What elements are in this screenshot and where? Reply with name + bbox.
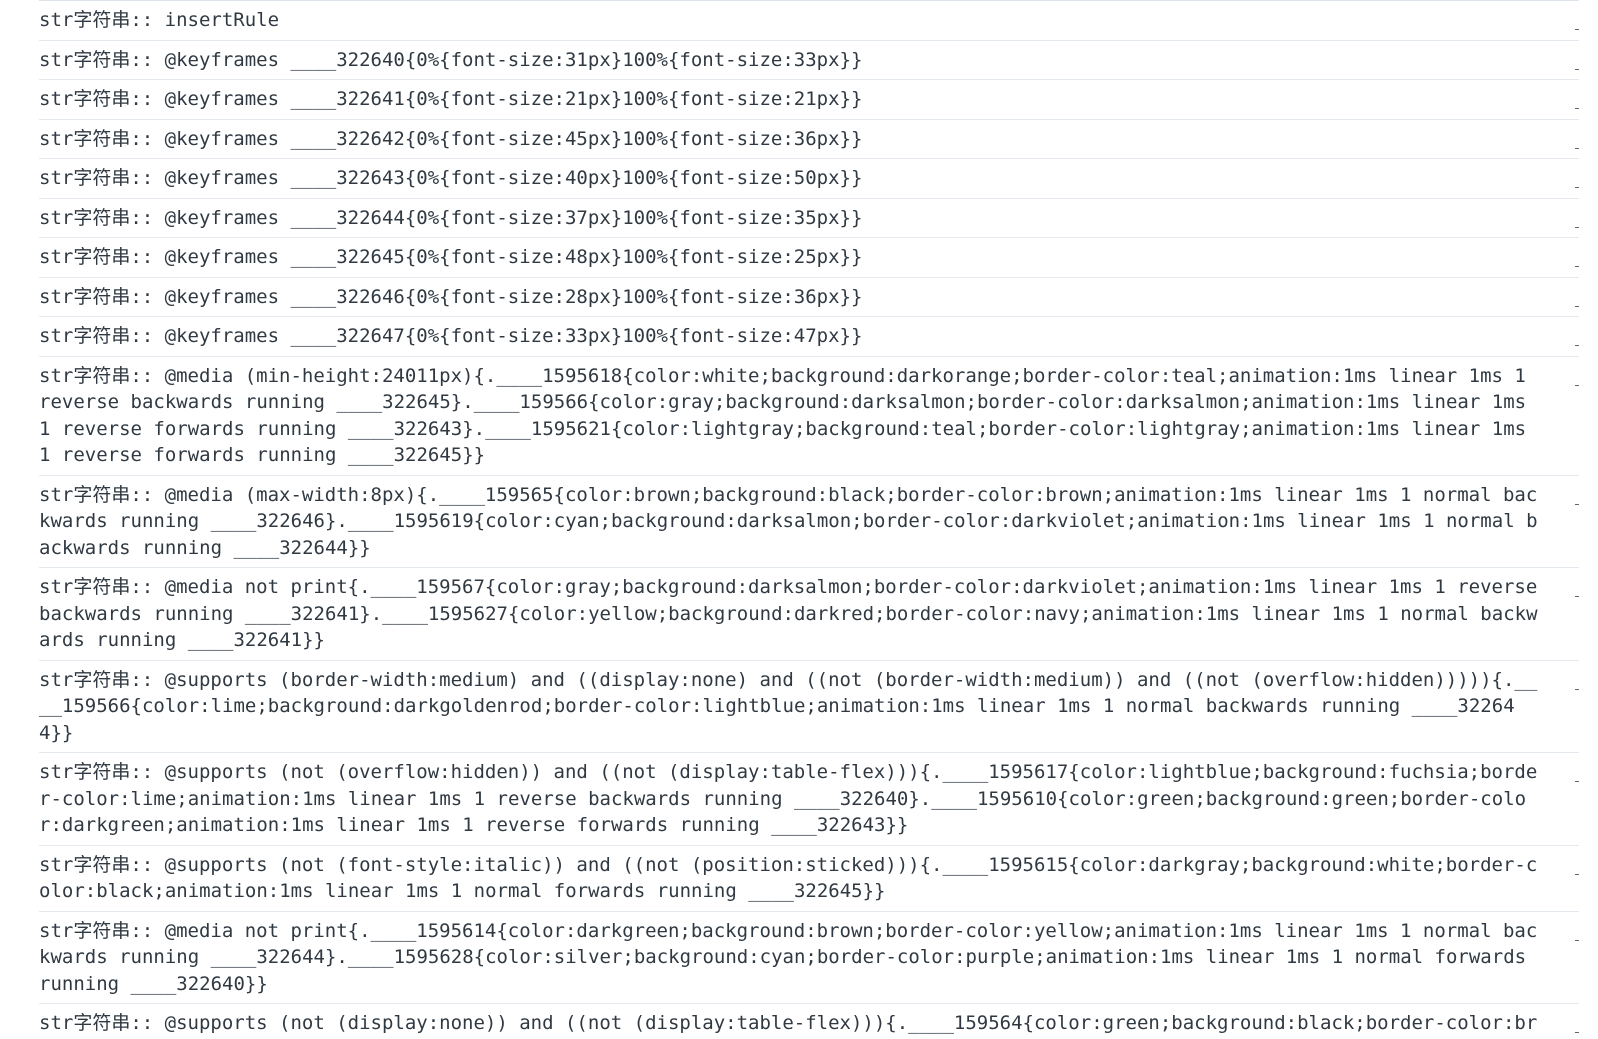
console-message: str字符串:: @media (max-width:8px){.____159…	[39, 476, 1579, 568]
console-message: str字符串:: @keyframes ____322641{0%{font-s…	[39, 80, 1579, 120]
console-message-text: str字符串:: @supports (not (display:none)) …	[39, 1012, 1538, 1039]
source-link[interactable]	[1567, 1010, 1579, 1036]
console-log: str字符串:: insertRule str字符串:: @keyframes …	[39, 0, 1579, 1039]
console-message: str字符串:: @keyframes ____322643{0%{font-s…	[39, 159, 1579, 199]
console-message: str字符串:: @keyframes ____322646{0%{font-s…	[39, 278, 1579, 317]
source-link[interactable]	[1567, 323, 1579, 349]
console-message-text: str字符串:: @supports (border-width:medium)…	[39, 668, 1538, 744]
console-message-text: str字符串:: @keyframes ____322644{0%{font-s…	[39, 206, 863, 229]
console-message: str字符串:: @keyframes ____322642{0%{font-s…	[39, 120, 1579, 159]
source-link[interactable]	[1567, 852, 1579, 878]
console-message: str字符串:: @media (min-height:24011px){.__…	[39, 357, 1579, 476]
console-message-text: str字符串:: @media (max-width:8px){.____159…	[39, 483, 1538, 559]
source-link[interactable]	[1567, 284, 1579, 310]
console-message: str字符串:: @media not print{.____1595614{c…	[39, 912, 1579, 1004]
console-message-text: str字符串:: @media not print{.____1595614{c…	[39, 919, 1538, 995]
console-message-text: str字符串:: insertRule	[39, 9, 280, 31]
source-link[interactable]	[1567, 165, 1579, 191]
source-link[interactable]	[1567, 918, 1579, 944]
console-message: str字符串:: @supports (not (display:none)) …	[39, 1004, 1579, 1039]
source-link[interactable]	[1567, 126, 1579, 152]
console-message: str字符串:: insertRule	[39, 1, 1579, 41]
console-message-text: str字符串:: @supports (not (overflow:hidden…	[39, 761, 1538, 836]
source-link[interactable]	[1567, 47, 1579, 73]
console-message-text: str字符串:: @media (min-height:24011px){.__…	[39, 364, 1538, 467]
source-link[interactable]	[1567, 205, 1579, 231]
console-message: str字符串:: @keyframes ____322647{0%{font-s…	[39, 317, 1579, 357]
console-message-text: str字符串:: @keyframes ____322640{0%{font-s…	[39, 48, 863, 71]
source-link[interactable]	[1567, 244, 1579, 270]
source-link[interactable]	[1567, 482, 1579, 508]
console-message-text: str字符串:: @keyframes ____322645{0%{font-s…	[39, 246, 863, 268]
console-message-text: str字符串:: @keyframes ____322647{0%{font-s…	[39, 325, 863, 347]
source-link[interactable]	[1567, 574, 1579, 600]
console-message: str字符串:: @supports (not (overflow:hidden…	[39, 753, 1579, 846]
console-message-text: str字符串:: @media not print{.____159567{co…	[39, 576, 1549, 651]
source-link[interactable]	[1567, 363, 1579, 389]
console-message: str字符串:: @media not print{.____159567{co…	[39, 568, 1579, 661]
source-link[interactable]	[1567, 86, 1579, 112]
source-link[interactable]	[1567, 667, 1579, 693]
source-link[interactable]	[1567, 759, 1579, 785]
console-message-text: str字符串:: @keyframes ____322643{0%{font-s…	[39, 167, 863, 189]
console-message-text: str字符串:: @supports (not (font-style:ital…	[39, 853, 1538, 903]
console-message-text: str字符串:: @keyframes ____322642{0%{font-s…	[39, 127, 863, 150]
console-message-text: str字符串:: @keyframes ____322646{0%{font-s…	[39, 285, 863, 308]
console-message-text: str字符串:: @keyframes ____322641{0%{font-s…	[39, 88, 863, 110]
source-link[interactable]	[1567, 7, 1579, 33]
console-message: str字符串:: @keyframes ____322645{0%{font-s…	[39, 238, 1579, 278]
console-message: str字符串:: @keyframes ____322644{0%{font-s…	[39, 199, 1579, 238]
console-message: str字符串:: @keyframes ____322640{0%{font-s…	[39, 41, 1579, 80]
console-message: str字符串:: @supports (not (font-style:ital…	[39, 846, 1579, 912]
console-message: str字符串:: @supports (border-width:medium)…	[39, 661, 1579, 753]
